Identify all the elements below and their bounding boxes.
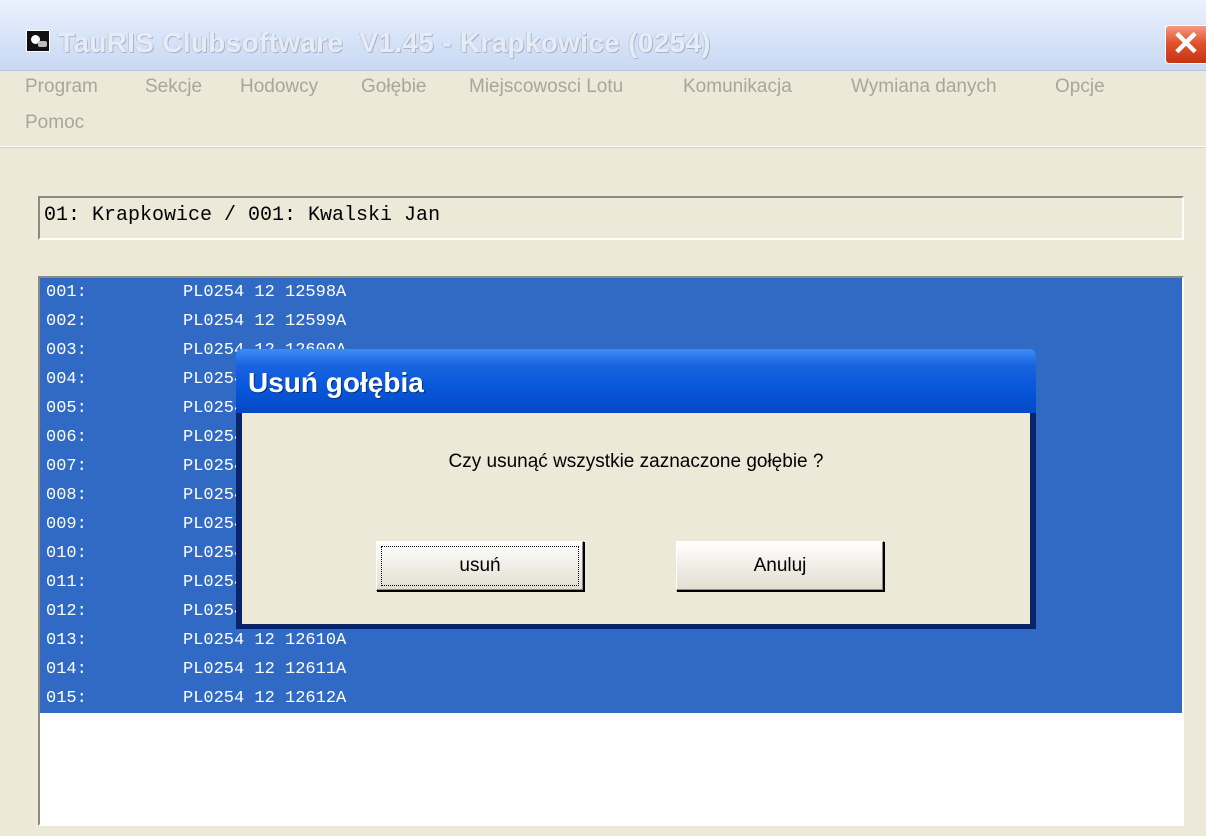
row-number: 010: bbox=[46, 544, 87, 563]
row-number: 009: bbox=[46, 515, 87, 534]
list-item[interactable]: 001: PL0254 12 12598A bbox=[40, 278, 1182, 307]
menu-komunikacja[interactable]: Komunikacja bbox=[683, 76, 792, 98]
ring-number: PL0254 12 12598A bbox=[183, 283, 347, 302]
menu-hodowcy[interactable]: Hodowcy bbox=[240, 76, 318, 98]
list-item[interactable]: 002: PL0254 12 12599A bbox=[40, 307, 1182, 336]
dialog-message: Czy usunąć wszystkie zaznaczone gołębie … bbox=[448, 451, 824, 472]
row-number: 003: bbox=[46, 341, 87, 360]
row-number: 013: bbox=[46, 631, 87, 650]
menu-golebie[interactable]: Gołębie bbox=[361, 76, 427, 98]
menu-pomoc[interactable]: Pomoc bbox=[25, 112, 84, 134]
row-number: 005: bbox=[46, 399, 87, 418]
row-number: 014: bbox=[46, 660, 87, 679]
title-bar[interactable]: TauRIS Clubsoftware V1.45 - Krapkowice (… bbox=[0, 0, 1206, 71]
ring-number: PL0254 12 12611A bbox=[183, 660, 347, 679]
dialog-body: Czy usunąć wszystkie zaznaczone gołębie … bbox=[242, 413, 1030, 624]
row-number: 007: bbox=[46, 457, 87, 476]
menu-program[interactable]: Program bbox=[25, 76, 98, 98]
menu-wymiana-danych[interactable]: Wymiana danych bbox=[851, 76, 997, 98]
close-button[interactable]: ✕ bbox=[1165, 25, 1206, 64]
row-number: 015: bbox=[46, 689, 87, 708]
delete-pigeon-dialog: Usuń gołębia Czy usunąć wszystkie zaznac… bbox=[236, 349, 1036, 629]
window-title: TauRIS Clubsoftware V1.45 - Krapkowice (… bbox=[58, 27, 711, 58]
list-item[interactable]: 013: PL0254 12 12610A bbox=[40, 626, 1182, 655]
row-number: 011: bbox=[46, 573, 87, 592]
menu-bar: Program Sekcje Hodowcy Gołębie Miejscowo… bbox=[0, 70, 1206, 147]
list-item[interactable]: 014: PL0254 12 12611A bbox=[40, 655, 1182, 684]
row-number: 004: bbox=[46, 370, 87, 389]
row-number: 008: bbox=[46, 486, 87, 505]
list-item[interactable]: 015: PL0254 12 12612A bbox=[40, 684, 1182, 713]
ring-number: PL0254 12 12612A bbox=[183, 689, 347, 708]
menu-sekcje[interactable]: Sekcje bbox=[145, 76, 202, 98]
main-window: TauRIS Clubsoftware V1.45 - Krapkowice (… bbox=[0, 0, 1206, 836]
row-number: 012: bbox=[46, 602, 87, 621]
cancel-button[interactable]: Anuluj bbox=[676, 541, 884, 591]
row-number: 006: bbox=[46, 428, 87, 447]
dialog-title-bar[interactable]: Usuń gołębia bbox=[236, 349, 1036, 413]
app-icon[interactable] bbox=[26, 30, 50, 52]
dialog-title: Usuń gołębia bbox=[248, 367, 424, 398]
menu-miejscowosci-lotu[interactable]: Miejscowosci Lotu bbox=[469, 76, 623, 98]
row-number: 001: bbox=[46, 283, 87, 302]
breadcrumb: 01: Krapkowice / 001: Kwalski Jan bbox=[38, 196, 1184, 240]
delete-button[interactable]: usuń bbox=[376, 541, 584, 591]
ring-number: PL0254 12 12599A bbox=[183, 312, 347, 331]
menu-opcje[interactable]: Opcje bbox=[1055, 76, 1105, 98]
ring-number: PL0254 12 12610A bbox=[183, 631, 347, 650]
row-number: 002: bbox=[46, 312, 87, 331]
